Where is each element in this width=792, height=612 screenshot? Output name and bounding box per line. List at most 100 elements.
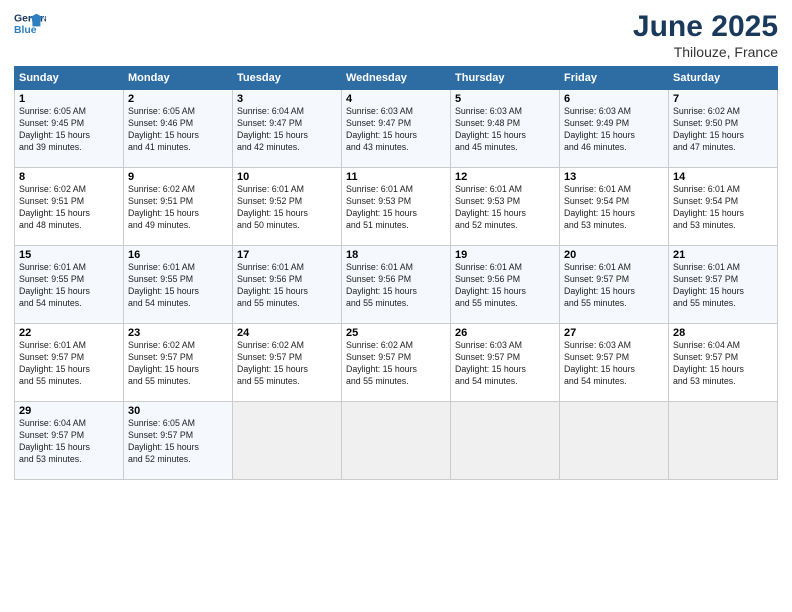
location-title: Thilouze, France: [633, 44, 778, 60]
day-number: 20: [564, 249, 664, 261]
day-number: 23: [128, 327, 228, 339]
day-info: Sunrise: 6:05 AM Sunset: 9:45 PM Dayligh…: [19, 106, 119, 154]
day-number: 6: [564, 93, 664, 105]
day-info: Sunrise: 6:03 AM Sunset: 9:47 PM Dayligh…: [346, 106, 446, 154]
day-cell: 6Sunrise: 6:03 AM Sunset: 9:49 PM Daylig…: [560, 90, 669, 168]
day-info: Sunrise: 6:03 AM Sunset: 9:48 PM Dayligh…: [455, 106, 555, 154]
col-header-monday: Monday: [124, 67, 233, 90]
day-cell: 7Sunrise: 6:02 AM Sunset: 9:50 PM Daylig…: [669, 90, 778, 168]
day-cell: 22Sunrise: 6:01 AM Sunset: 9:57 PM Dayli…: [15, 324, 124, 402]
day-cell: 29Sunrise: 6:04 AM Sunset: 9:57 PM Dayli…: [15, 402, 124, 480]
day-cell: 25Sunrise: 6:02 AM Sunset: 9:57 PM Dayli…: [342, 324, 451, 402]
day-cell: 19Sunrise: 6:01 AM Sunset: 9:56 PM Dayli…: [451, 246, 560, 324]
day-info: Sunrise: 6:03 AM Sunset: 9:57 PM Dayligh…: [564, 340, 664, 388]
day-cell: 28Sunrise: 6:04 AM Sunset: 9:57 PM Dayli…: [669, 324, 778, 402]
day-cell: [233, 402, 342, 480]
day-cell: 12Sunrise: 6:01 AM Sunset: 9:53 PM Dayli…: [451, 168, 560, 246]
col-header-wednesday: Wednesday: [342, 67, 451, 90]
week-row-3: 15Sunrise: 6:01 AM Sunset: 9:55 PM Dayli…: [15, 246, 778, 324]
day-info: Sunrise: 6:03 AM Sunset: 9:49 PM Dayligh…: [564, 106, 664, 154]
day-number: 14: [673, 171, 773, 183]
day-number: 7: [673, 93, 773, 105]
day-info: Sunrise: 6:02 AM Sunset: 9:51 PM Dayligh…: [19, 184, 119, 232]
day-info: Sunrise: 6:02 AM Sunset: 9:51 PM Dayligh…: [128, 184, 228, 232]
week-row-4: 22Sunrise: 6:01 AM Sunset: 9:57 PM Dayli…: [15, 324, 778, 402]
title-block: June 2025 Thilouze, France: [633, 10, 778, 60]
month-title: June 2025: [633, 10, 778, 44]
col-header-tuesday: Tuesday: [233, 67, 342, 90]
day-info: Sunrise: 6:02 AM Sunset: 9:57 PM Dayligh…: [346, 340, 446, 388]
day-info: Sunrise: 6:01 AM Sunset: 9:55 PM Dayligh…: [19, 262, 119, 310]
day-info: Sunrise: 6:02 AM Sunset: 9:50 PM Dayligh…: [673, 106, 773, 154]
day-info: Sunrise: 6:01 AM Sunset: 9:56 PM Dayligh…: [455, 262, 555, 310]
day-cell: 4Sunrise: 6:03 AM Sunset: 9:47 PM Daylig…: [342, 90, 451, 168]
day-number: 21: [673, 249, 773, 261]
logo-icon: General Blue: [14, 10, 46, 38]
day-cell: 1Sunrise: 6:05 AM Sunset: 9:45 PM Daylig…: [15, 90, 124, 168]
day-info: Sunrise: 6:01 AM Sunset: 9:57 PM Dayligh…: [19, 340, 119, 388]
day-cell: 24Sunrise: 6:02 AM Sunset: 9:57 PM Dayli…: [233, 324, 342, 402]
day-cell: 9Sunrise: 6:02 AM Sunset: 9:51 PM Daylig…: [124, 168, 233, 246]
day-cell: 23Sunrise: 6:02 AM Sunset: 9:57 PM Dayli…: [124, 324, 233, 402]
day-info: Sunrise: 6:03 AM Sunset: 9:57 PM Dayligh…: [455, 340, 555, 388]
svg-text:General: General: [14, 14, 46, 25]
day-info: Sunrise: 6:05 AM Sunset: 9:46 PM Dayligh…: [128, 106, 228, 154]
day-number: 28: [673, 327, 773, 339]
header: General Blue June 2025 Thilouze, France: [14, 10, 778, 60]
day-info: Sunrise: 6:01 AM Sunset: 9:54 PM Dayligh…: [564, 184, 664, 232]
day-info: Sunrise: 6:05 AM Sunset: 9:57 PM Dayligh…: [128, 418, 228, 466]
day-info: Sunrise: 6:02 AM Sunset: 9:57 PM Dayligh…: [128, 340, 228, 388]
day-cell: 26Sunrise: 6:03 AM Sunset: 9:57 PM Dayli…: [451, 324, 560, 402]
day-cell: 18Sunrise: 6:01 AM Sunset: 9:56 PM Dayli…: [342, 246, 451, 324]
week-row-2: 8Sunrise: 6:02 AM Sunset: 9:51 PM Daylig…: [15, 168, 778, 246]
day-info: Sunrise: 6:01 AM Sunset: 9:57 PM Dayligh…: [673, 262, 773, 310]
day-info: Sunrise: 6:01 AM Sunset: 9:56 PM Dayligh…: [346, 262, 446, 310]
day-info: Sunrise: 6:04 AM Sunset: 9:57 PM Dayligh…: [19, 418, 119, 466]
col-header-sunday: Sunday: [15, 67, 124, 90]
day-cell: 27Sunrise: 6:03 AM Sunset: 9:57 PM Dayli…: [560, 324, 669, 402]
day-cell: 13Sunrise: 6:01 AM Sunset: 9:54 PM Dayli…: [560, 168, 669, 246]
day-info: Sunrise: 6:01 AM Sunset: 9:56 PM Dayligh…: [237, 262, 337, 310]
day-number: 24: [237, 327, 337, 339]
week-row-5: 29Sunrise: 6:04 AM Sunset: 9:57 PM Dayli…: [15, 402, 778, 480]
day-cell: 3Sunrise: 6:04 AM Sunset: 9:47 PM Daylig…: [233, 90, 342, 168]
header-row: SundayMondayTuesdayWednesdayThursdayFrid…: [15, 67, 778, 90]
day-cell: 11Sunrise: 6:01 AM Sunset: 9:53 PM Dayli…: [342, 168, 451, 246]
day-cell: [669, 402, 778, 480]
day-info: Sunrise: 6:01 AM Sunset: 9:53 PM Dayligh…: [346, 184, 446, 232]
day-info: Sunrise: 6:01 AM Sunset: 9:53 PM Dayligh…: [455, 184, 555, 232]
week-row-1: 1Sunrise: 6:05 AM Sunset: 9:45 PM Daylig…: [15, 90, 778, 168]
day-number: 25: [346, 327, 446, 339]
day-number: 2: [128, 93, 228, 105]
day-number: 27: [564, 327, 664, 339]
day-number: 22: [19, 327, 119, 339]
day-info: Sunrise: 6:01 AM Sunset: 9:52 PM Dayligh…: [237, 184, 337, 232]
day-number: 4: [346, 93, 446, 105]
day-cell: 20Sunrise: 6:01 AM Sunset: 9:57 PM Dayli…: [560, 246, 669, 324]
day-number: 5: [455, 93, 555, 105]
calendar-page: General Blue June 2025 Thilouze, France …: [0, 0, 792, 612]
col-header-friday: Friday: [560, 67, 669, 90]
day-cell: [451, 402, 560, 480]
col-header-saturday: Saturday: [669, 67, 778, 90]
day-number: 29: [19, 405, 119, 417]
day-cell: [342, 402, 451, 480]
day-cell: 21Sunrise: 6:01 AM Sunset: 9:57 PM Dayli…: [669, 246, 778, 324]
day-number: 30: [128, 405, 228, 417]
day-cell: 17Sunrise: 6:01 AM Sunset: 9:56 PM Dayli…: [233, 246, 342, 324]
day-cell: 10Sunrise: 6:01 AM Sunset: 9:52 PM Dayli…: [233, 168, 342, 246]
day-number: 8: [19, 171, 119, 183]
day-number: 15: [19, 249, 119, 261]
day-number: 12: [455, 171, 555, 183]
day-info: Sunrise: 6:04 AM Sunset: 9:57 PM Dayligh…: [673, 340, 773, 388]
logo: General Blue: [14, 10, 46, 38]
day-info: Sunrise: 6:01 AM Sunset: 9:55 PM Dayligh…: [128, 262, 228, 310]
day-number: 1: [19, 93, 119, 105]
day-number: 9: [128, 171, 228, 183]
day-cell: 5Sunrise: 6:03 AM Sunset: 9:48 PM Daylig…: [451, 90, 560, 168]
day-cell: 14Sunrise: 6:01 AM Sunset: 9:54 PM Dayli…: [669, 168, 778, 246]
day-info: Sunrise: 6:04 AM Sunset: 9:47 PM Dayligh…: [237, 106, 337, 154]
day-cell: 8Sunrise: 6:02 AM Sunset: 9:51 PM Daylig…: [15, 168, 124, 246]
col-header-thursday: Thursday: [451, 67, 560, 90]
day-number: 3: [237, 93, 337, 105]
